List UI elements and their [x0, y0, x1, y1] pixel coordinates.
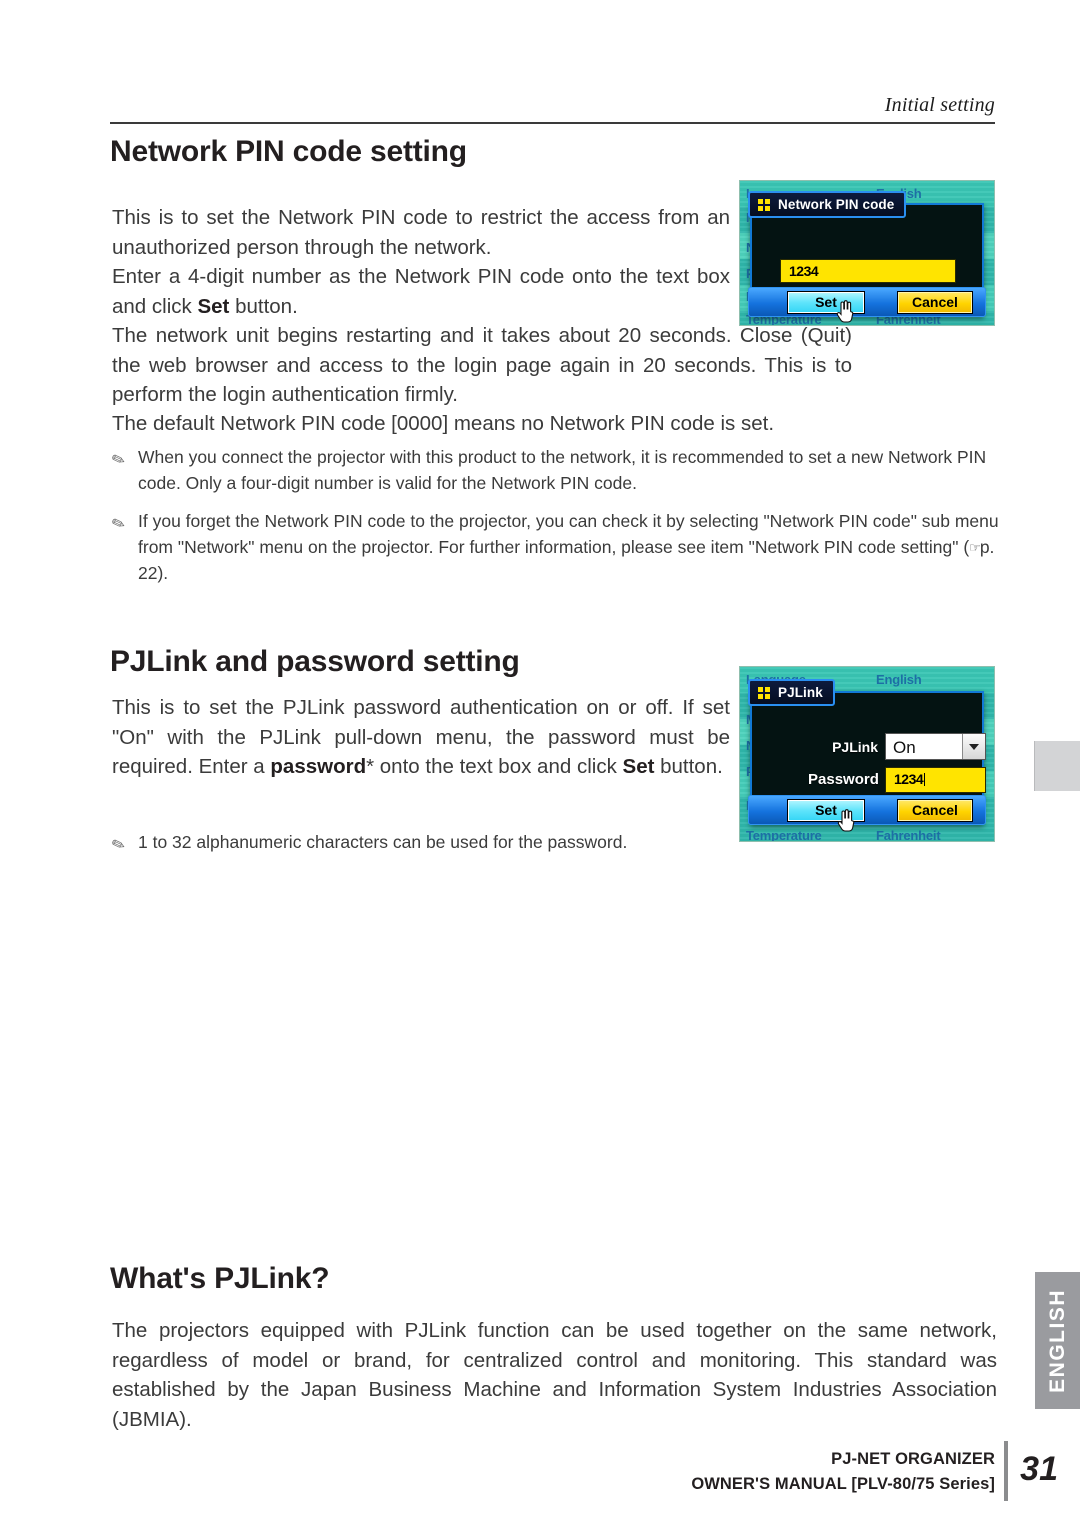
note-item: ✎ When you connect the projector with th…	[110, 445, 1002, 496]
pencil-note-icon: ✎	[109, 450, 129, 471]
footer-line-1: PJ-NET ORGANIZER	[831, 1450, 995, 1468]
body-network-pin-1: This is to set the Network PIN code to r…	[112, 203, 730, 262]
body-network-pin-3: The network unit begins restarting and i…	[112, 321, 852, 410]
body-network-pin-2: Enter a 4-digit number as the Network PI…	[112, 262, 730, 321]
page-number: 31	[1020, 1450, 1058, 1488]
osd-label: Temperature	[746, 828, 822, 842]
heading-pjlink-and-password-setting: PJLink and password setting	[110, 645, 520, 678]
side-tab-english: ENGLISH	[1035, 1272, 1080, 1409]
paragraph: The projectors equipped with PJLink func…	[112, 1319, 997, 1431]
note-item: ✎ If you forget the Network PIN code to …	[110, 509, 1002, 587]
text-run: button.	[229, 294, 298, 318]
text-run: button.	[654, 755, 723, 779]
pin-dialog-button-bar: Set Cancel	[748, 287, 986, 317]
screenshot-network-pin-code-dialog: Language English Model name Network PIN …	[739, 180, 995, 326]
pin-code-value: 1234	[789, 263, 819, 279]
paragraph: The default Network PIN code [0000] mean…	[112, 412, 775, 435]
header-rule	[110, 122, 995, 124]
paragraph: Enter a 4-digit number as the Network PI…	[112, 262, 730, 321]
pin-dialog: Network PIN code 1234 Set Cancel	[748, 191, 986, 317]
osd-value: Fahrenheit	[876, 828, 941, 842]
dialog-title-text: PJLink	[778, 685, 823, 700]
footer-line-2: OWNER'S MANUAL [PLV-80/75 Series]	[691, 1475, 995, 1493]
note-text: If you forget the Network PIN code to th…	[138, 511, 999, 557]
note-text: 1 to 32 alphanumeric characters can be u…	[138, 832, 628, 852]
footer-text: PJ-NET ORGANIZER OWNER'S MANUAL [PLV-80/…	[691, 1447, 995, 1497]
osd-row-temperature: Temperature Fahrenheit	[746, 825, 988, 842]
mouse-pointer-hand-icon	[837, 809, 855, 832]
body-pjlink: This is to set the PJLink password authe…	[112, 693, 730, 782]
set-keyword: Set	[622, 755, 655, 779]
pjlink-dialog: PJLink PJLink On Password 1234 Set Cance…	[748, 679, 986, 825]
pencil-note-icon: ✎	[109, 514, 129, 535]
notes-network-pin: ✎ When you connect the projector with th…	[110, 445, 1002, 587]
screenshot-pjlink-dialog: Language English Model name PLV-80/75 Ne…	[739, 666, 995, 842]
text-run: * onto the text box and click	[366, 755, 623, 779]
password-keyword: password	[270, 755, 367, 779]
window-grid-icon	[758, 199, 770, 211]
pjlink-field-label: PJLink	[832, 739, 878, 755]
note-text: When you connect the projector with this…	[138, 447, 987, 493]
password-value: 1234	[894, 771, 924, 787]
pin-cancel-button[interactable]: Cancel	[897, 291, 973, 314]
body-whats-pjlink: The projectors equipped with PJLink func…	[112, 1316, 997, 1434]
osd-value: English	[876, 672, 922, 687]
pin-code-input[interactable]: 1234	[780, 259, 956, 283]
password-input[interactable]: 1234	[885, 767, 986, 793]
chevron-down-icon[interactable]	[962, 734, 985, 759]
pjlink-dropdown-value: On	[893, 738, 916, 757]
footer-divider	[1004, 1441, 1008, 1501]
paragraph: The network unit begins restarting and i…	[112, 324, 852, 407]
heading-network-pin-code-setting: Network PIN code setting	[110, 135, 467, 168]
side-tab-english-label: ENGLISH	[1045, 1288, 1069, 1393]
mouse-pointer-hand-icon	[836, 300, 854, 323]
manual-page: Initial setting Network PIN code setting…	[0, 0, 1080, 1527]
dialog-title-text: Network PIN code	[778, 197, 895, 212]
text-caret	[924, 773, 926, 786]
paragraph: This is to set the Network PIN code to r…	[112, 206, 730, 259]
page-reference-icon: ☞	[969, 539, 981, 555]
side-tab-blank	[1034, 741, 1080, 791]
set-keyword: Set	[197, 294, 230, 318]
dialog-titlebar-pjlink: PJLink	[748, 679, 835, 706]
dialog-titlebar-network-pin-code: Network PIN code	[748, 191, 907, 218]
pjlink-dropdown[interactable]: On	[885, 733, 986, 760]
pjlink-cancel-button[interactable]: Cancel	[897, 799, 973, 822]
pjlink-dialog-button-bar: Set Cancel	[748, 795, 986, 825]
window-grid-icon	[758, 687, 770, 699]
body-network-pin-4: The default Network PIN code [0000] mean…	[112, 409, 852, 439]
pencil-note-icon: ✎	[109, 835, 129, 856]
password-field-label: Password	[808, 771, 879, 788]
running-header: Initial setting	[884, 94, 995, 116]
paragraph: This is to set the PJLink password authe…	[112, 693, 730, 782]
heading-whats-pjlink: What's PJLink?	[110, 1262, 330, 1295]
